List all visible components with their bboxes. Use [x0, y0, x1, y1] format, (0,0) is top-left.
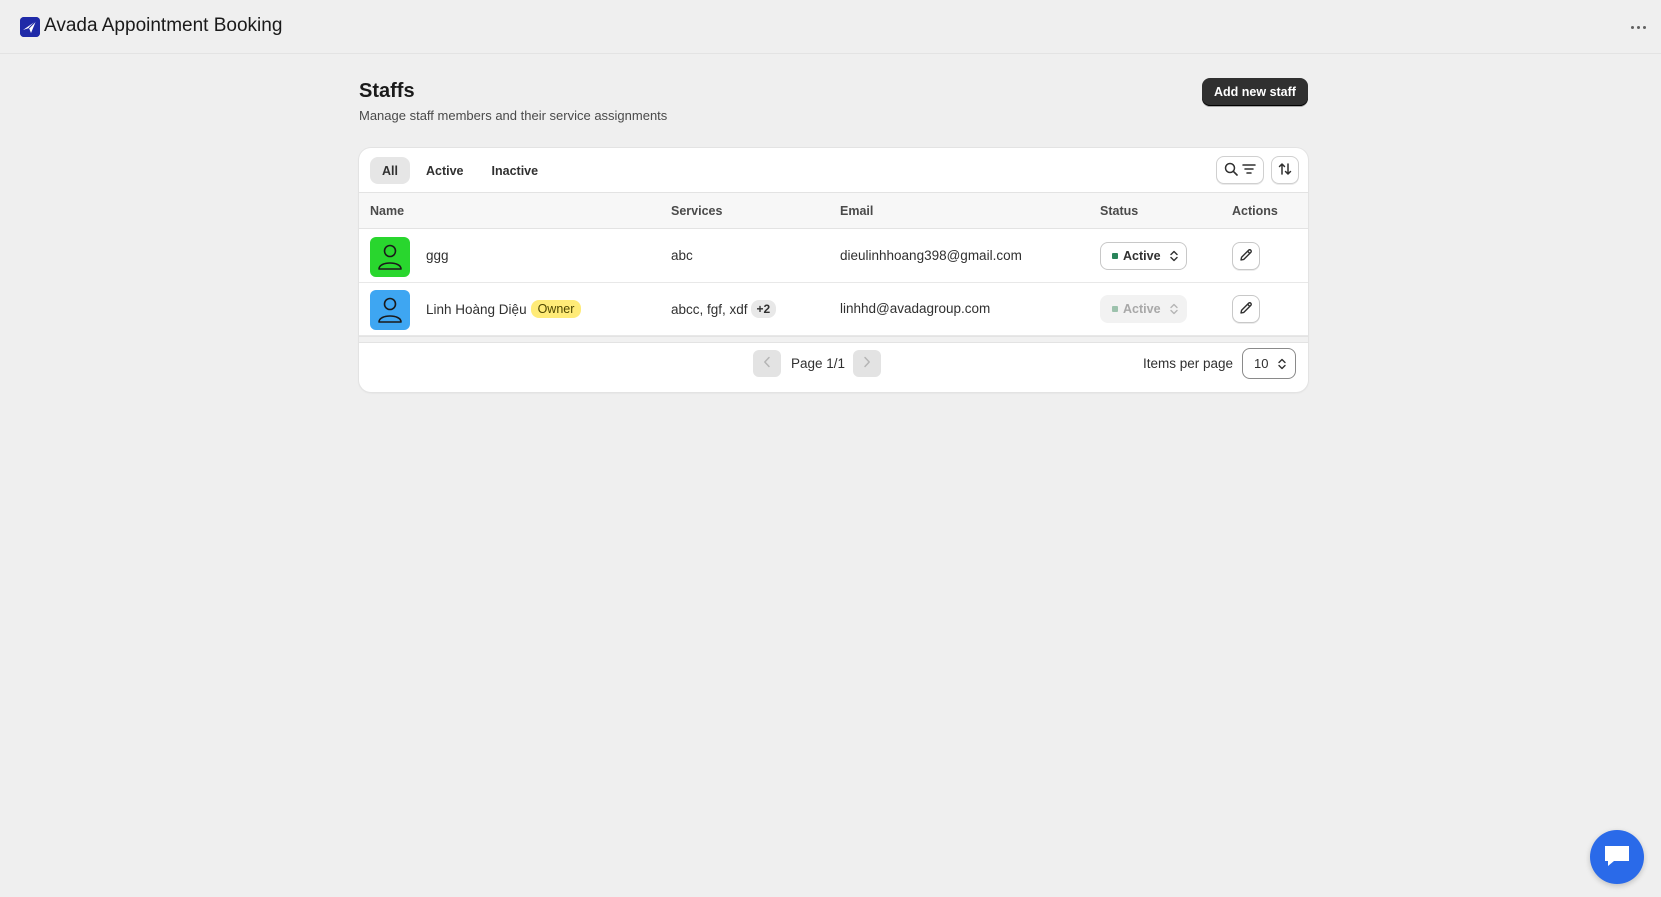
more-options-icon[interactable]	[1623, 14, 1653, 40]
avatar	[370, 237, 410, 277]
tab-all[interactable]: All	[370, 157, 410, 184]
select-arrows-icon	[1170, 303, 1178, 318]
select-arrows-icon	[1278, 358, 1286, 373]
edit-staff-button[interactable]	[1232, 295, 1260, 323]
search-icon	[1224, 162, 1238, 179]
staff-name-cell: Linh Hoàng Diệu Owner	[426, 300, 582, 319]
status-select[interactable]: Active	[1100, 242, 1187, 270]
page-indicator: Page 1/1	[791, 356, 846, 371]
status-dot-icon	[1112, 306, 1118, 312]
avatar	[370, 290, 410, 330]
avada-logo-icon	[20, 17, 40, 37]
staff-services: abcc, fgf, xdf	[671, 302, 748, 317]
app-title: Avada Appointment Booking	[44, 15, 283, 36]
select-arrows-icon	[1170, 250, 1178, 265]
staff-services-cell: abcc, fgf, xdf +2	[671, 300, 777, 319]
chat-icon	[1602, 843, 1632, 872]
sort-icon	[1278, 162, 1292, 179]
items-per-page-label: Items per page	[1143, 356, 1234, 371]
column-header-services: Services	[671, 204, 723, 218]
chevron-right-icon	[863, 356, 871, 371]
app-header: Avada Appointment Booking	[0, 0, 1661, 54]
sort-button[interactable]	[1271, 156, 1299, 184]
next-page-button[interactable]	[853, 350, 881, 377]
status-select-disabled: Active	[1100, 295, 1187, 323]
pencil-icon	[1239, 301, 1253, 318]
staff-services: abc	[671, 248, 693, 263]
pencil-icon	[1239, 248, 1253, 265]
chat-support-button[interactable]	[1590, 830, 1644, 884]
table-row[interactable]: Linh Hoàng Diệu Owner abcc, fgf, xdf +2 li…	[359, 283, 1308, 336]
owner-badge: Owner	[530, 300, 582, 318]
column-header-status: Status	[1100, 204, 1139, 218]
edit-staff-button[interactable]	[1232, 242, 1260, 270]
tab-active[interactable]: Active	[414, 157, 476, 184]
previous-page-button[interactable]	[753, 350, 781, 377]
staff-name: Linh Hoàng Diệu	[426, 302, 527, 317]
status-value: Active	[1123, 249, 1161, 263]
status-dot-icon	[1112, 253, 1118, 259]
column-header-email: Email	[840, 204, 874, 218]
filter-icon	[1242, 163, 1256, 178]
items-per-page-value: 10	[1254, 356, 1269, 371]
page-subtitle: Manage staff members and their service a…	[359, 108, 668, 123]
search-filter-button[interactable]	[1216, 156, 1264, 184]
person-icon	[378, 297, 402, 323]
staff-email: linhhd@avadagroup.com	[840, 301, 991, 316]
column-header-name[interactable]: Name	[370, 204, 404, 218]
more-services-badge: +2	[750, 300, 777, 318]
page-title: Staffs	[359, 80, 415, 102]
status-value: Active	[1123, 302, 1161, 316]
column-header-actions: Actions	[1232, 204, 1278, 218]
staff-email: dieulinhhoang398@gmail.com	[840, 248, 1022, 263]
items-per-page-select[interactable]: 10	[1242, 348, 1296, 379]
person-icon	[378, 244, 402, 270]
staff-table-card: All Active Inactive Name Services Email …	[359, 148, 1308, 392]
add-new-staff-button[interactable]: Add new staff	[1202, 78, 1308, 106]
tab-inactive[interactable]: Inactive	[480, 157, 551, 184]
table-header: Name Services Email Status Actions	[359, 192, 1308, 229]
status-tabs: All Active Inactive	[370, 157, 550, 184]
horizontal-scrollbar[interactable]	[359, 336, 1308, 343]
table-row[interactable]: ggg abc dieulinhhoang398@gmail.com Activ…	[359, 230, 1308, 283]
chevron-left-icon	[763, 356, 771, 371]
staff-name: ggg	[426, 248, 449, 263]
